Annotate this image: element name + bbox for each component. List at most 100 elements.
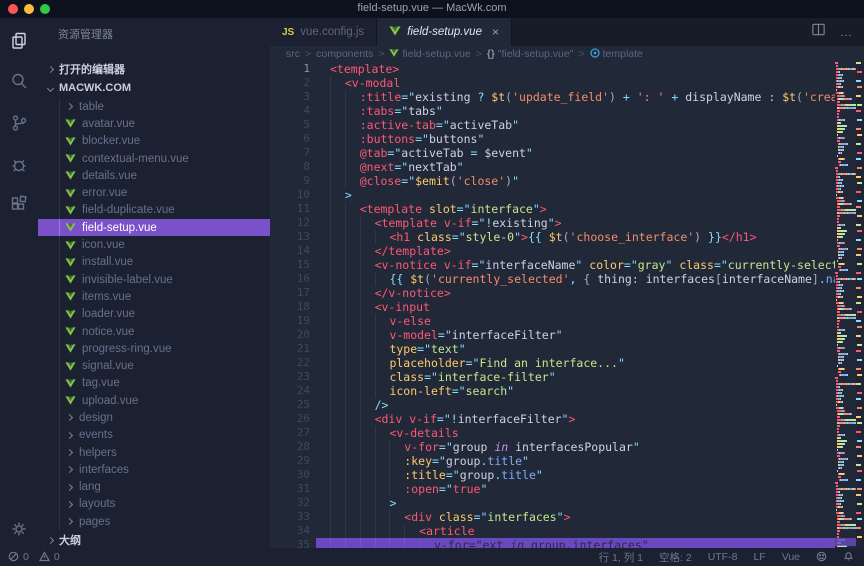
errors-count[interactable]: 0 — [23, 551, 29, 563]
breadcrumb-item-4[interactable]: {}"field-setup.vue" — [487, 48, 574, 60]
tree-item-lang[interactable]: lang — [38, 479, 270, 496]
tree-item-contextual-menu-vue[interactable]: contextual-menu.vue — [38, 150, 270, 167]
tree-item-loader-vue[interactable]: loader.vue — [38, 306, 270, 323]
ruler-mark — [856, 239, 861, 241]
indentation[interactable]: 空格: 2 — [659, 550, 692, 565]
tree-item-upload-vue[interactable]: upload.vue — [38, 392, 270, 409]
ruler-mark — [857, 518, 862, 520]
tree-item-tag-vue[interactable]: tag.vue — [38, 375, 270, 392]
code-line-14: </template> — [316, 244, 835, 258]
tree-item-helpers[interactable]: helpers — [38, 444, 270, 461]
close-tab-icon[interactable]: × — [492, 26, 499, 38]
breadcrumb-item-2[interactable]: components — [316, 48, 373, 60]
explorer-icon[interactable] — [8, 30, 30, 52]
feedback-smiley-icon[interactable] — [816, 551, 827, 563]
vue-file-icon — [65, 118, 76, 129]
status-bar: 0 0 行 1, 列 1 空格: 2 UTF-8 LF Vue — [0, 548, 864, 566]
sidebar-bottom-sections: 大纲NPM 脚本 — [38, 531, 270, 548]
chevron-right-icon — [66, 501, 73, 508]
split-editor-icon[interactable] — [811, 22, 826, 42]
ruler-mark — [857, 392, 862, 394]
breadcrumb-item-1[interactable]: src — [286, 48, 300, 60]
tree-item-layouts[interactable]: layouts — [38, 496, 270, 513]
minimap-line — [835, 95, 856, 97]
minimap[interactable] — [835, 62, 856, 548]
tree-item-signal-vue[interactable]: signal.vue — [38, 357, 270, 374]
extensions-icon[interactable] — [8, 194, 30, 216]
minimap-line — [835, 326, 856, 328]
tree-item-avatar-vue[interactable]: avatar.vue — [38, 115, 270, 132]
eol-sequence[interactable]: LF — [753, 551, 765, 563]
file-tree: tableavatar.vueblocker.vuecontextual-men… — [38, 98, 270, 530]
source-control-icon[interactable] — [8, 112, 30, 134]
code-editor[interactable]: 1234567891011121314151617181920212223242… — [270, 62, 864, 548]
tree-item-label: progress-ring.vue — [82, 343, 171, 355]
tree-item-details-vue[interactable]: details.vue — [38, 167, 270, 184]
ruler-mark — [856, 416, 861, 418]
tree-item-field-setup-vue[interactable]: field-setup.vue — [38, 219, 270, 236]
ruler-mark — [856, 383, 861, 385]
minimap-line — [835, 332, 856, 334]
tree-item-error-vue[interactable]: error.vue — [38, 184, 270, 201]
tree-item-label: design — [79, 412, 113, 424]
minimap-line — [835, 176, 856, 178]
open-editors-section[interactable]: 打开的编辑器 — [38, 60, 270, 78]
tree-item-table[interactable]: table — [38, 98, 270, 115]
debug-icon[interactable] — [8, 154, 30, 176]
line-number: 22 — [270, 356, 310, 370]
tree-item-design[interactable]: design — [38, 409, 270, 426]
sidebar-section-大纲[interactable]: 大纲 — [38, 531, 270, 548]
ruler-mark — [856, 512, 861, 514]
errors-icon[interactable] — [8, 551, 19, 563]
minimap-line — [835, 116, 856, 118]
tree-item-label: loader.vue — [82, 308, 135, 320]
chevron-right-icon — [66, 518, 73, 525]
minimap-line — [835, 425, 856, 427]
warnings-count[interactable]: 0 — [54, 551, 60, 563]
tab-vue-config-js[interactable]: JSvue.config.js — [270, 18, 377, 46]
minimap-line — [835, 353, 856, 355]
tree-item-items-vue[interactable]: items.vue — [38, 288, 270, 305]
tree-item-notice-vue[interactable]: notice.vue — [38, 323, 270, 340]
minimap-line — [835, 257, 856, 259]
minimap-line — [835, 419, 856, 421]
tree-item-pages[interactable]: pages — [38, 513, 270, 530]
tree-item-icon-vue[interactable]: icon.vue — [38, 236, 270, 253]
minimap-line — [835, 389, 856, 391]
tab-field-setup-vue[interactable]: field-setup.vue × — [377, 18, 512, 46]
vue-file-icon — [65, 291, 76, 302]
tree-item-invisible-label-vue[interactable]: invisible-label.vue — [38, 271, 270, 288]
breadcrumb-item-5[interactable]: template — [590, 48, 643, 61]
minimap-line — [835, 410, 856, 412]
search-icon[interactable] — [8, 70, 30, 92]
code-line-16: {{ $t('currently_selected', { thing: int… — [316, 272, 835, 286]
tree-item-install-vue[interactable]: install.vue — [38, 254, 270, 271]
tree-item-blocker-vue[interactable]: blocker.vue — [38, 133, 270, 150]
overview-ruler[interactable] — [856, 62, 864, 548]
encoding[interactable]: UTF-8 — [708, 551, 738, 563]
language-mode[interactable]: Vue — [782, 551, 800, 563]
tree-item-interfaces[interactable]: interfaces — [38, 461, 270, 478]
minimap-line — [835, 434, 856, 436]
tree-item-label: icon.vue — [82, 239, 125, 251]
minimap-line — [835, 86, 856, 88]
settings-gear-icon[interactable] — [8, 518, 30, 540]
warnings-icon[interactable] — [39, 551, 50, 563]
indent-guide — [59, 496, 60, 513]
minimap-line — [835, 533, 856, 535]
tab-label: field-setup.vue — [407, 26, 482, 38]
workspace-root[interactable]: MACWK.COM — [38, 79, 270, 97]
minimap-line — [835, 371, 856, 373]
tree-item-progress-ring-vue[interactable]: progress-ring.vue — [38, 340, 270, 357]
tree-item-field-duplicate-vue[interactable]: field-duplicate.vue — [38, 202, 270, 219]
minimap-line — [835, 386, 856, 388]
minimap-line — [835, 317, 856, 319]
notifications-bell-icon[interactable] — [843, 551, 854, 563]
more-actions-icon[interactable]: … — [840, 25, 854, 39]
minimap-line — [835, 422, 856, 424]
line-number: 34 — [270, 524, 310, 538]
breadcrumb-item-3[interactable]: field-setup.vue — [389, 48, 470, 61]
tree-item-events[interactable]: events — [38, 427, 270, 444]
cursor-position[interactable]: 行 1, 列 1 — [599, 550, 643, 565]
ruler-mark — [857, 488, 862, 490]
